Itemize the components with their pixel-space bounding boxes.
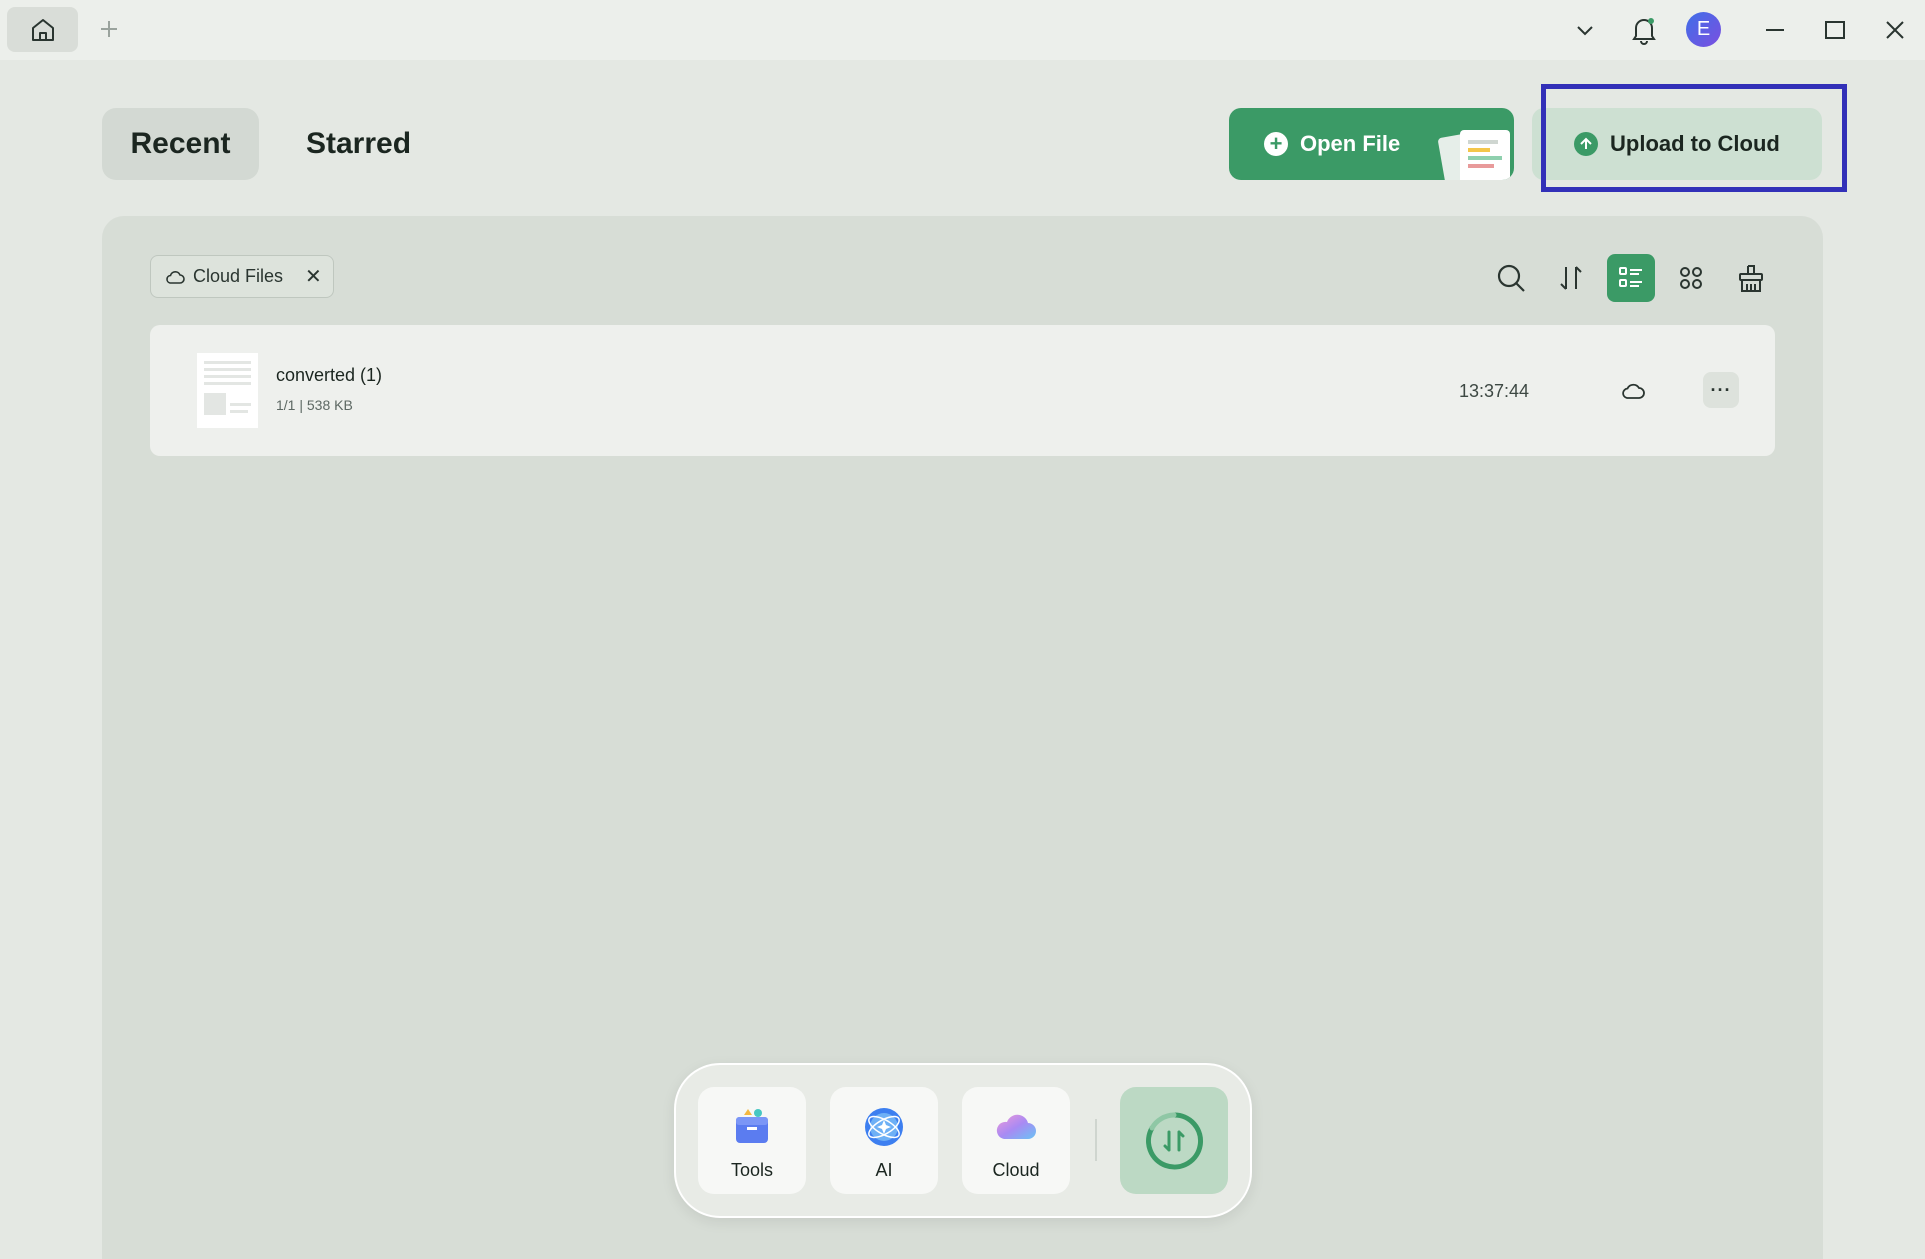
dock-tools-label: Tools [730, 1160, 774, 1180]
maximize-icon [1825, 21, 1845, 39]
file-row[interactable]: converted (1) 1/1 | 538 KB 13:37:44 ··· [150, 325, 1775, 456]
highlight-outline [1541, 84, 1847, 192]
grid-view-button[interactable] [1667, 254, 1715, 302]
dock-tools[interactable]: Tools [698, 1087, 806, 1194]
plus-circle-icon: + [1264, 132, 1288, 156]
file-meta: 1/1 | 538 KB [276, 397, 353, 413]
tab-recent[interactable]: Recent [102, 108, 259, 180]
open-file-label: Open File [1300, 131, 1401, 156]
cloud-icon [166, 270, 185, 284]
dock-ai-label: AI [875, 1160, 893, 1180]
new-tab-button[interactable] [94, 14, 124, 44]
search-button[interactable] [1487, 254, 1535, 302]
chevron-down-icon [1577, 26, 1593, 36]
clear-button[interactable] [1727, 254, 1775, 302]
file-name[interactable]: converted (1) [276, 365, 382, 386]
convert-icon [1146, 1111, 1204, 1169]
documents-illustration-icon [1438, 130, 1510, 180]
file-thumbnail [197, 353, 258, 428]
ai-icon [865, 1108, 903, 1146]
file-time: 13:37:44 [1459, 381, 1530, 401]
bell-icon [1632, 18, 1656, 45]
dock-separator [1095, 1119, 1097, 1161]
tabs-dropdown-button[interactable] [1567, 12, 1603, 48]
cloud-status-icon [1622, 383, 1645, 399]
minimize-button[interactable] [1757, 12, 1793, 48]
notifications-button[interactable] [1626, 12, 1662, 48]
home-tab[interactable] [7, 7, 78, 52]
grid-view-icon [1680, 267, 1702, 289]
sort-icon [1560, 266, 1582, 290]
bottom-dock: Tools AI Cloud [674, 1063, 1252, 1218]
tab-starred[interactable]: Starred [280, 108, 437, 180]
dock-convert-button[interactable] [1120, 1087, 1228, 1194]
user-avatar[interactable]: E [1686, 12, 1721, 47]
close-icon [1886, 21, 1904, 39]
cloud-icon [996, 1114, 1036, 1139]
home-icon [31, 18, 54, 41]
open-file-button[interactable]: + Open File [1229, 108, 1514, 180]
minimize-icon [1766, 29, 1784, 31]
dock-ai[interactable]: AI [830, 1087, 938, 1194]
maximize-button[interactable] [1817, 12, 1853, 48]
filter-chip-cloud-files[interactable]: Cloud Files ✕ [150, 255, 334, 298]
dock-cloud[interactable]: Cloud [962, 1087, 1070, 1194]
remove-filter-icon[interactable]: ✕ [305, 264, 322, 289]
filter-chip-label: Cloud Files [193, 266, 284, 286]
more-options-button[interactable]: ··· [1703, 372, 1739, 408]
title-bar: E [0, 0, 1925, 60]
search-icon [1497, 264, 1525, 292]
close-window-button[interactable] [1877, 12, 1913, 48]
tools-icon [736, 1109, 768, 1143]
clear-icon [1739, 265, 1763, 292]
sort-button[interactable] [1547, 254, 1595, 302]
list-view-icon [1619, 267, 1642, 287]
dock-cloud-label: Cloud [992, 1160, 1040, 1180]
plus-icon [101, 21, 117, 37]
list-view-button[interactable] [1607, 254, 1655, 302]
